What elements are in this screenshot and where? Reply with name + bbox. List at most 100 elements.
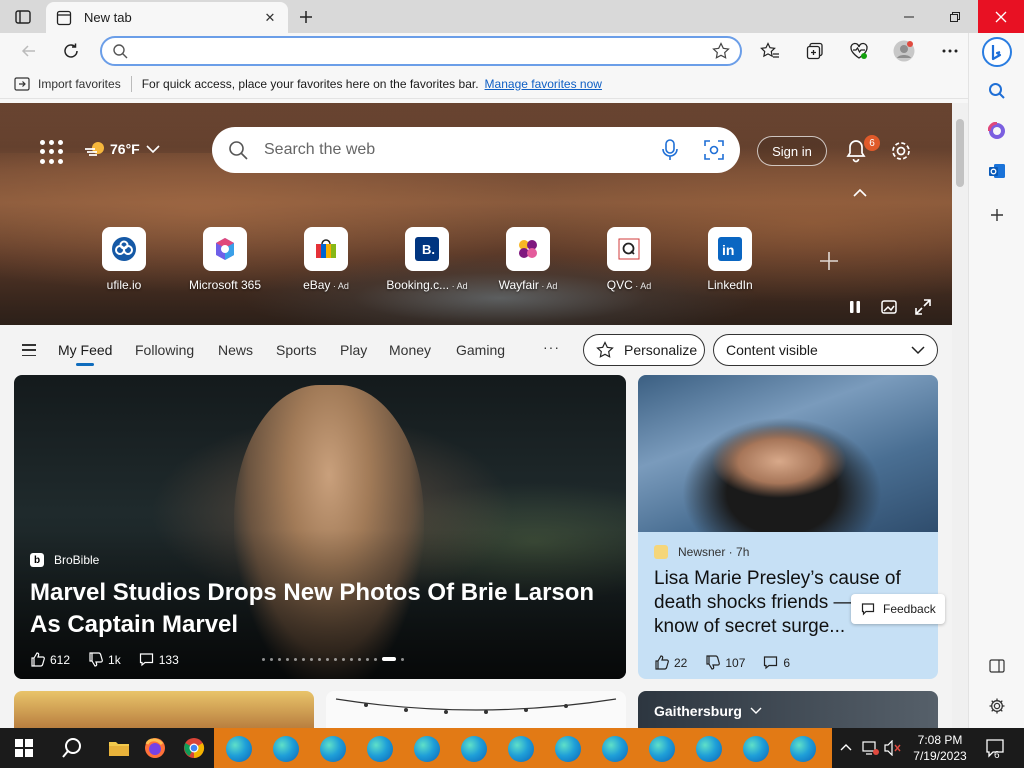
favorite-star-icon[interactable] xyxy=(712,42,730,60)
tab-news[interactable]: News xyxy=(218,342,253,358)
weather-location-card[interactable]: Gaithersburg xyxy=(638,691,938,728)
carousel-dots[interactable] xyxy=(262,657,409,661)
visual-search-icon[interactable] xyxy=(704,140,724,160)
add-quick-link-icon[interactable] xyxy=(818,250,840,272)
sign-in-button[interactable]: Sign in xyxy=(757,136,827,166)
content-visibility-dropdown[interactable]: Content visible xyxy=(713,334,938,366)
quick-link-ufile[interactable]: ufile.io xyxy=(79,227,169,292)
scrollbar-thumb[interactable] xyxy=(956,119,964,187)
quick-link-booking[interactable]: B. Booking.c... · Ad xyxy=(382,227,472,292)
address-bar[interactable] xyxy=(100,36,742,66)
edge-taskbar-icon[interactable] xyxy=(367,736,393,762)
edge-taskbar-icon[interactable] xyxy=(649,736,675,762)
edge-taskbar-icon[interactable] xyxy=(743,736,769,762)
background-info-icon[interactable] xyxy=(880,298,898,316)
clock-date[interactable]: 7/19/2023 xyxy=(910,749,970,763)
start-button[interactable] xyxy=(0,728,48,768)
browser-essentials-button[interactable] xyxy=(844,36,874,66)
favorites-button[interactable] xyxy=(755,36,785,66)
gear-icon xyxy=(989,698,1005,714)
dislike-button[interactable]: 1k xyxy=(88,652,121,667)
sidebar-outlook-button[interactable] xyxy=(983,157,1011,185)
favorites-icon xyxy=(760,42,779,58)
edge-taskbar-icon[interactable] xyxy=(226,736,252,762)
microphone-icon[interactable] xyxy=(662,139,678,161)
app-launcher-button[interactable] xyxy=(40,140,64,164)
sidebar-m365-button[interactable] xyxy=(983,117,1011,145)
page-scrollbar[interactable] xyxy=(952,103,968,728)
like-button[interactable]: 22 xyxy=(654,655,687,670)
edge-taskbar-icon[interactable] xyxy=(602,736,628,762)
sidebar-hide-button[interactable] xyxy=(983,652,1011,680)
tab-following[interactable]: Following xyxy=(135,342,194,358)
edge-taskbar-icon[interactable] xyxy=(696,736,722,762)
quick-link-wayfair[interactable]: Wayfair · Ad xyxy=(483,227,573,292)
minimize-button[interactable] xyxy=(886,0,932,33)
personalize-button[interactable]: Personalize xyxy=(583,334,705,366)
expand-icon[interactable] xyxy=(914,298,932,316)
firefox-button[interactable] xyxy=(142,728,168,768)
active-tab[interactable]: New tab ✕ xyxy=(46,2,288,33)
feed-menu-hamburger-icon[interactable] xyxy=(22,344,36,356)
network-icon[interactable] xyxy=(862,740,880,756)
web-search-box[interactable]: Search the web xyxy=(212,127,740,173)
story-card-lower-1[interactable] xyxy=(14,691,314,728)
tab-sports[interactable]: Sports xyxy=(276,342,316,358)
quick-link-ebay[interactable]: eBay · Ad xyxy=(281,227,371,292)
close-window-button[interactable] xyxy=(978,0,1024,33)
like-button[interactable]: 612 xyxy=(30,652,70,667)
more-categories-button[interactable]: ··· xyxy=(543,339,560,355)
clock-time[interactable]: 7:08 PM xyxy=(910,733,970,747)
story-card-lower-2[interactable] xyxy=(326,691,626,728)
dislike-button[interactable]: 107 xyxy=(705,655,745,670)
address-input[interactable] xyxy=(140,43,712,59)
settings-more-button[interactable] xyxy=(935,36,965,66)
quick-link-microsoft365[interactable]: Microsoft 365 xyxy=(180,227,270,292)
main-story-card[interactable]: b BroBible Marvel Studios Drops New Phot… xyxy=(14,375,626,679)
restore-button[interactable] xyxy=(932,0,978,33)
tab-my-feed[interactable]: My Feed xyxy=(58,342,112,366)
collapse-chevron-up-icon[interactable] xyxy=(852,187,868,199)
volume-icon[interactable] xyxy=(884,740,902,756)
edge-taskbar-icon[interactable] xyxy=(461,736,487,762)
quick-link-qvc[interactable]: QVC · Ad xyxy=(584,227,674,292)
action-center-button[interactable] xyxy=(980,728,1010,768)
taskbar-search-button[interactable] xyxy=(48,728,96,768)
weather-widget[interactable]: 76°F xyxy=(84,139,160,159)
tab-close-button[interactable]: ✕ xyxy=(262,10,278,26)
quick-link-linkedin[interactable]: in LinkedIn xyxy=(685,227,775,292)
microsoft365-tile xyxy=(203,227,247,271)
feedback-button[interactable]: Feedback xyxy=(851,594,945,624)
chrome-button[interactable] xyxy=(180,728,208,768)
back-button[interactable] xyxy=(14,36,44,66)
new-tab-button[interactable] xyxy=(294,5,318,29)
refresh-button[interactable] xyxy=(56,36,86,66)
tab-actions-button[interactable] xyxy=(8,6,38,28)
tab-gaming[interactable]: Gaming xyxy=(456,342,505,358)
profile-button[interactable] xyxy=(889,36,919,66)
edge-taskbar-icon[interactable] xyxy=(555,736,581,762)
import-favorites-button[interactable]: Import favorites xyxy=(14,77,121,91)
sidebar-add-button[interactable] xyxy=(983,201,1011,229)
comments-button[interactable]: 6 xyxy=(763,655,790,670)
edge-taskbar-icon[interactable] xyxy=(273,736,299,762)
edge-taskbar-icon[interactable] xyxy=(508,736,534,762)
sidebar-search-button[interactable] xyxy=(983,77,1011,105)
side-story-card[interactable]: Newsner · 7h Lisa Marie Presley’s cause … xyxy=(638,375,938,679)
tray-chevron-up-icon[interactable] xyxy=(840,742,852,752)
collections-button[interactable] xyxy=(800,36,830,66)
story-headline[interactable]: Marvel Studios Drops New Photos Of Brie … xyxy=(30,577,620,641)
pause-icon[interactable] xyxy=(846,298,864,316)
tab-money[interactable]: Money xyxy=(389,342,431,358)
comments-button[interactable]: 133 xyxy=(139,652,179,667)
file-explorer-button[interactable] xyxy=(96,728,142,768)
bing-chat-button[interactable] xyxy=(982,37,1012,67)
page-settings-gear-icon[interactable] xyxy=(888,138,914,164)
personalize-label: Personalize xyxy=(624,342,698,358)
edge-taskbar-icon[interactable] xyxy=(790,736,816,762)
edge-taskbar-icon[interactable] xyxy=(414,736,440,762)
sidebar-settings-button[interactable] xyxy=(983,692,1011,720)
manage-favorites-link[interactable]: Manage favorites now xyxy=(485,77,602,91)
edge-taskbar-icon[interactable] xyxy=(320,736,346,762)
tab-play[interactable]: Play xyxy=(340,342,367,358)
